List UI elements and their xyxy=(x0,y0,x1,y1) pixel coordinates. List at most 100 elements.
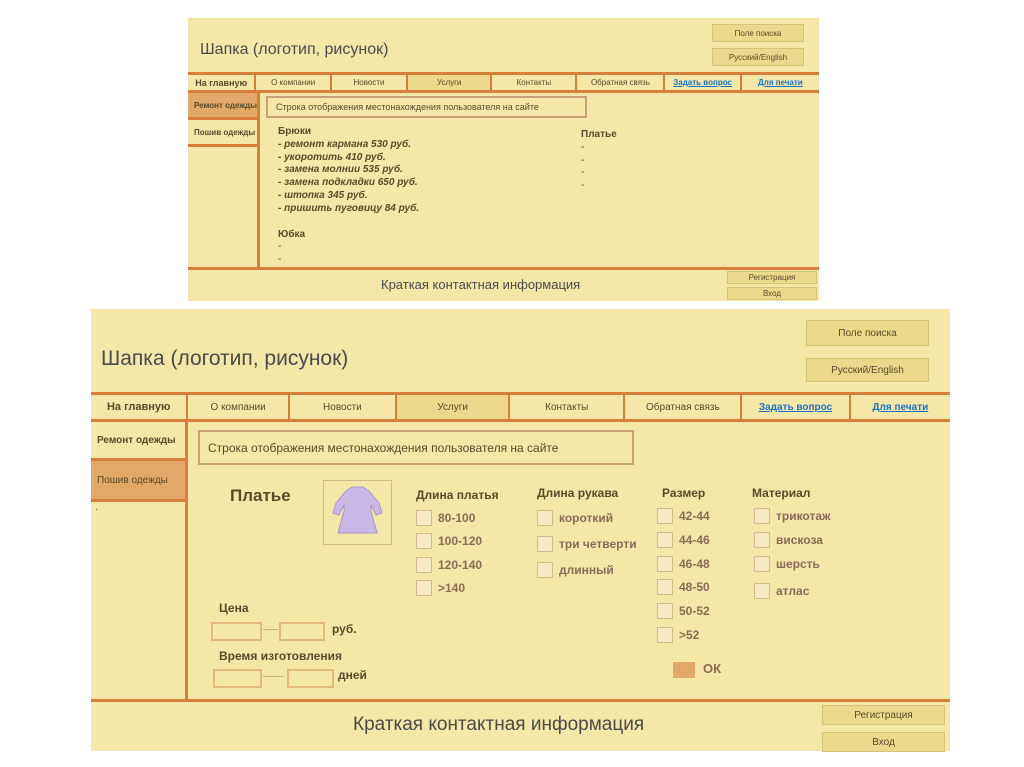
filter-size-option[interactable]: 50-52 xyxy=(657,603,710,619)
price-unit: руб. xyxy=(332,622,357,636)
top-nav-ask-question[interactable]: Задать вопрос xyxy=(665,75,742,90)
filter-sleeve-title: Длина рукава xyxy=(537,486,619,500)
bottom-nav-news[interactable]: Новости xyxy=(290,395,398,419)
filter-size-option[interactable]: 42-44 xyxy=(657,508,710,524)
bottom-nav-feedback[interactable]: Обратная связь xyxy=(625,395,743,419)
top-footer: Краткая контактная информация Регистраци… xyxy=(188,267,819,301)
top-trousers-block: Брюки - ремонт кармана 530 руб. - укорот… xyxy=(278,126,498,267)
checkbox[interactable] xyxy=(657,579,673,595)
time-title: Время изготовления xyxy=(219,649,342,663)
checkbox[interactable] xyxy=(754,583,770,599)
filter-length-option[interactable]: 120-140 xyxy=(416,557,482,573)
bottom-nav-services[interactable]: Услуги xyxy=(397,395,511,419)
checkbox[interactable] xyxy=(657,603,673,619)
filter-material-title: Материал xyxy=(752,486,811,500)
top-header-title: Шапка (логотип, рисунок) xyxy=(200,41,389,58)
filter-sleeve-option[interactable]: три четверти xyxy=(537,536,637,552)
bottom-sidebar-item-tailoring[interactable]: Пошив одежды xyxy=(91,461,185,502)
checkbox[interactable] xyxy=(754,508,770,524)
filter-length-title: Длина платья xyxy=(416,488,499,502)
checkbox[interactable] xyxy=(657,556,673,572)
top-nav-feedback[interactable]: Обратная связь xyxy=(577,75,666,90)
checkbox[interactable] xyxy=(537,536,553,552)
checkbox[interactable] xyxy=(537,562,553,578)
bottom-nav-ask-question[interactable]: Задать вопрос xyxy=(742,395,851,419)
filter-sleeve-option[interactable]: длинный xyxy=(537,562,614,578)
filter-material-option[interactable]: шерсть xyxy=(754,556,820,572)
filter-sleeve-option[interactable]: короткий xyxy=(537,510,613,526)
top-nav-news[interactable]: Новости xyxy=(332,75,409,90)
top-login-button[interactable]: Вход xyxy=(727,287,817,300)
filter-size-option[interactable]: 46-48 xyxy=(657,556,710,572)
bottom-search-field[interactable]: Поле поиска xyxy=(806,320,929,346)
time-dash xyxy=(263,676,284,677)
filter-size-option[interactable]: >52 xyxy=(657,627,699,643)
checkbox[interactable] xyxy=(657,532,673,548)
list-item: - замена подкладки 650 руб. xyxy=(278,177,418,189)
bottom-navbar: На главную О компании Новости Услуги Кон… xyxy=(91,392,950,422)
bottom-nav-home[interactable]: На главную xyxy=(91,395,189,419)
list-item: - xyxy=(581,180,585,192)
filter-material-option[interactable]: трикотаж xyxy=(754,508,831,524)
ok-button[interactable] xyxy=(673,662,695,678)
bottom-register-button[interactable]: Регистрация xyxy=(822,705,945,725)
filter-material-option[interactable]: вискоза xyxy=(754,532,823,548)
top-sidebar-item-tailoring[interactable]: Пошив одежды xyxy=(188,120,257,147)
top-nav-home[interactable]: На главную xyxy=(188,75,257,90)
list-item: - ремонт кармана 530 руб. xyxy=(278,138,412,150)
list-item: - xyxy=(581,154,585,166)
bottom-header-title: Шапка (логотип, рисунок) xyxy=(101,347,349,370)
top-language-switch[interactable]: Русский/English xyxy=(712,48,804,66)
bottom-login-button[interactable]: Вход xyxy=(822,732,945,752)
top-skirt-title: Юбка xyxy=(278,228,306,240)
bottom-sidebar: Ремонт одежды Пошив одежды . xyxy=(91,422,188,699)
list-item: - xyxy=(581,141,585,153)
filter-material-option[interactable]: атлас xyxy=(754,583,809,599)
bottom-nav-about[interactable]: О компании xyxy=(188,395,290,419)
checkbox[interactable] xyxy=(657,508,673,524)
checkbox[interactable] xyxy=(754,556,770,572)
top-dress-block: Платье - - - - xyxy=(581,129,641,193)
filter-length-option[interactable]: >140 xyxy=(416,580,465,596)
checkbox[interactable] xyxy=(416,580,432,596)
checkbox[interactable] xyxy=(754,532,770,548)
time-min-input[interactable] xyxy=(213,669,262,688)
bottom-nav-contacts[interactable]: Контакты xyxy=(510,395,626,419)
top-breadcrumb: Строка отображения местонахождения польз… xyxy=(266,96,587,118)
filter-size-option[interactable]: 48-50 xyxy=(657,579,710,595)
bottom-footer: Краткая контактная информация Регистраци… xyxy=(91,699,950,752)
top-trousers-title: Брюки xyxy=(278,126,311,137)
filter-length-option[interactable]: 80-100 xyxy=(416,510,475,526)
checkbox[interactable] xyxy=(416,557,432,573)
top-nav-about[interactable]: О компании xyxy=(256,75,332,90)
list-item: - xyxy=(581,167,585,179)
bottom-nav-print[interactable]: Для печати xyxy=(851,395,950,419)
time-unit: дней xyxy=(338,668,367,682)
checkbox[interactable] xyxy=(416,510,432,526)
filter-size-option[interactable]: 44-46 xyxy=(657,532,710,548)
ok-label: ОК xyxy=(703,661,722,676)
top-navbar: На главную О компании Новости Услуги Кон… xyxy=(188,72,819,93)
price-max-input[interactable] xyxy=(279,622,325,641)
top-sidebar-item-repair[interactable]: Ремонт одежды xyxy=(188,93,257,120)
checkbox[interactable] xyxy=(537,510,553,526)
top-nav-services[interactable]: Услуги xyxy=(408,75,493,90)
top-register-button[interactable]: Регистрация xyxy=(727,271,817,284)
list-item: - укоротить 410 руб. xyxy=(278,151,386,163)
top-search-field[interactable]: Поле поиска xyxy=(712,24,804,42)
time-max-input[interactable] xyxy=(287,669,334,688)
bottom-language-switch[interactable]: Русский/English xyxy=(806,358,929,382)
checkbox[interactable] xyxy=(657,627,673,643)
bottom-footer-text: Краткая контактная информация xyxy=(353,714,645,735)
top-nav-contacts[interactable]: Контакты xyxy=(492,75,578,90)
price-min-input[interactable] xyxy=(211,622,262,641)
price-dash xyxy=(263,629,278,630)
top-dress-title: Платье xyxy=(581,129,617,140)
top-nav-print[interactable]: Для печати xyxy=(742,75,819,90)
list-item: - xyxy=(278,241,282,253)
list-item: - xyxy=(278,254,282,266)
bottom-sidebar-item-repair[interactable]: Ремонт одежды xyxy=(91,422,185,461)
list-item: - замена молнии 535 руб. xyxy=(278,164,403,176)
checkbox[interactable] xyxy=(416,533,432,549)
filter-length-option[interactable]: 100-120 xyxy=(416,533,482,549)
